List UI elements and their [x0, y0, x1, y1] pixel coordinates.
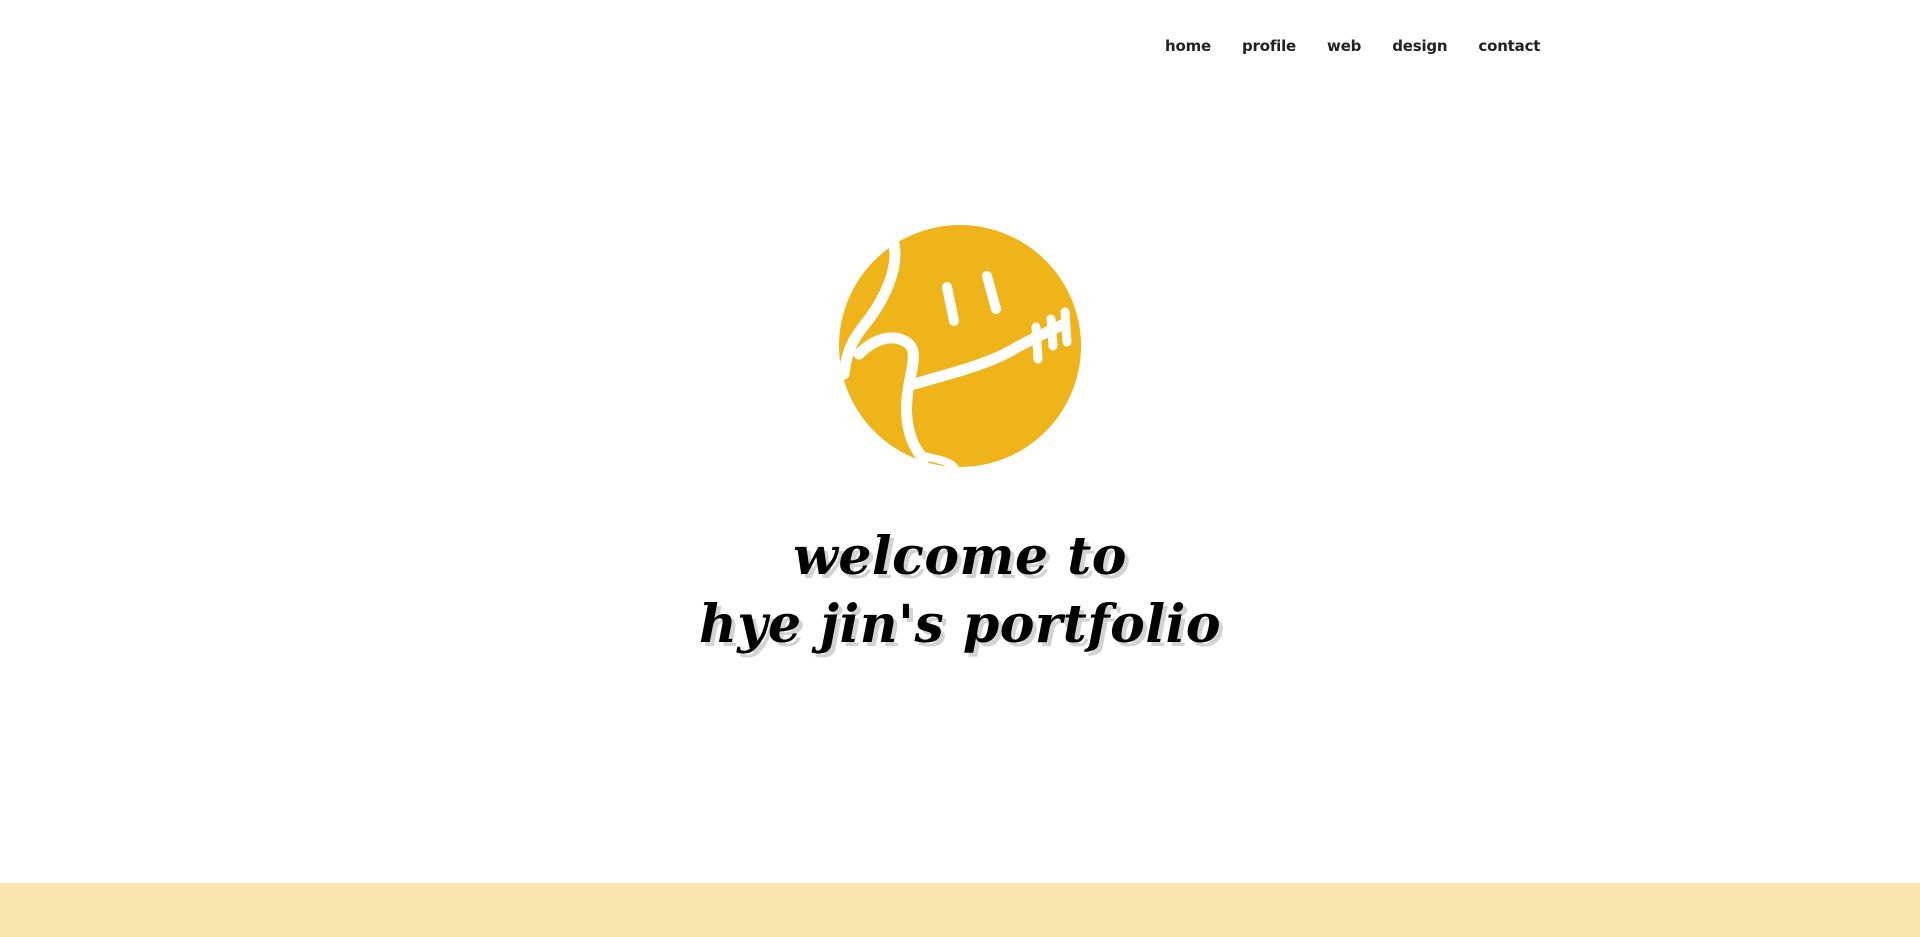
nav-item-contact[interactable]: contact: [1478, 34, 1540, 58]
smiley-logo-icon: [839, 225, 1081, 468]
title-line-1: welcome to: [793, 526, 1127, 587]
logo-cheek-mark-1: [1031, 322, 1043, 364]
footer-band: [0, 883, 1920, 937]
nav-item-web[interactable]: web: [1327, 34, 1361, 58]
title-line-2: hye jin's portfolio: [698, 594, 1222, 655]
logo-eye-left: [942, 282, 959, 326]
nav-item-profile[interactable]: profile: [1242, 34, 1296, 58]
logo-cheek-mark-3: [1060, 307, 1072, 347]
logo-cheek-mark-2: [1046, 314, 1058, 351]
nav-list: home profile web design contact: [1165, 34, 1571, 58]
nav-item-design[interactable]: design: [1392, 34, 1447, 58]
page-title: welcome to hye jin's portfolio: [0, 523, 1920, 659]
nav-item-home[interactable]: home: [1165, 34, 1211, 58]
